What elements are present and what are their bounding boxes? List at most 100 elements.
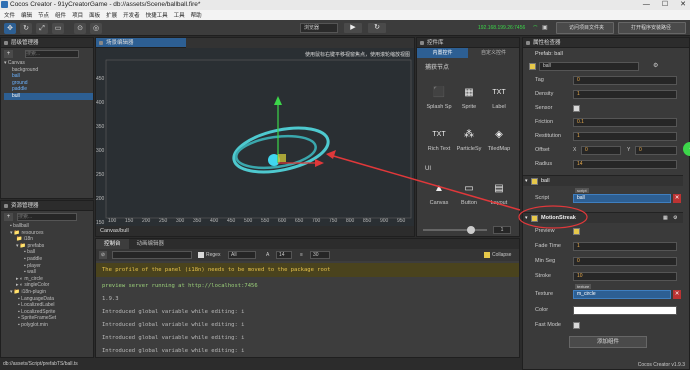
radius-field[interactable]: 14 bbox=[573, 160, 677, 169]
restitution-field[interactable]: 1 bbox=[573, 132, 677, 141]
menu-node[interactable]: 节点 bbox=[38, 11, 49, 19]
widget-label[interactable]: TXT Label bbox=[479, 82, 519, 122]
open-project-folder-button[interactable]: 访问项目文件夹 bbox=[556, 22, 614, 34]
widget-layout[interactable]: ▤ Layout bbox=[479, 178, 519, 218]
collapse-checkbox[interactable] bbox=[484, 252, 490, 258]
open-install-folder-button[interactable]: 打开程序安装路径 bbox=[618, 22, 686, 34]
preview-checkbox[interactable] bbox=[573, 228, 580, 235]
menu-quick-tools[interactable]: 快捷工具 bbox=[146, 11, 168, 19]
assets-search-input[interactable] bbox=[17, 213, 77, 221]
asset-item[interactable]: ▪ LocalizedLabel bbox=[4, 302, 93, 309]
scene-breadcrumb[interactable]: Canvas/bull bbox=[96, 226, 414, 236]
tab-builtin-widgets[interactable]: 内置控件 bbox=[417, 48, 468, 58]
script-section-header[interactable]: ▾ ball bbox=[523, 175, 683, 186]
menu-tools[interactable]: 工具 bbox=[174, 11, 185, 19]
sensor-checkbox[interactable] bbox=[573, 105, 580, 112]
tree-item-background[interactable]: background bbox=[4, 67, 93, 74]
scale-tool-icon[interactable]: ⤢ bbox=[36, 23, 48, 34]
asset-item[interactable]: ▪ polyglot.min bbox=[4, 322, 93, 329]
log-level-select[interactable]: All bbox=[228, 251, 256, 259]
hierarchy-search-input[interactable] bbox=[25, 50, 79, 58]
asset-item[interactable]: ▪ paddle bbox=[4, 256, 93, 263]
add-node-icon[interactable]: + bbox=[4, 50, 13, 58]
scene-viewport[interactable]: 使用鼠标右键平移视窗焦点，使用滚轮缩放视图 450 400 350 300 25… bbox=[96, 48, 414, 226]
zoom-slider-handle[interactable] bbox=[467, 226, 475, 234]
pivot-icon[interactable]: ⊙ bbox=[74, 23, 86, 34]
offset-y-field[interactable]: 0 bbox=[635, 146, 677, 155]
refresh-button[interactable]: ↻ bbox=[368, 23, 386, 33]
fast-mode-checkbox[interactable] bbox=[573, 322, 580, 329]
menu-extension[interactable]: 扩展 bbox=[106, 11, 117, 19]
node-settings-icon[interactable]: ⚙ bbox=[653, 62, 658, 69]
zoom-slider[interactable]: 1 bbox=[423, 226, 513, 234]
asset-item[interactable]: ▪ SpriteFrameSet bbox=[4, 315, 93, 322]
clear-script-icon[interactable]: ✕ bbox=[673, 194, 681, 203]
node-name-field[interactable]: ball bbox=[539, 62, 639, 71]
tree-item-canvas[interactable]: ▾ Canvas bbox=[4, 60, 93, 67]
menu-project[interactable]: 项目 bbox=[72, 11, 83, 19]
move-tool-icon[interactable]: ✥ bbox=[4, 23, 16, 34]
menu-panel[interactable]: 面板 bbox=[89, 11, 100, 19]
node-active-checkbox[interactable] bbox=[529, 63, 536, 70]
zoom-value[interactable]: 1 bbox=[493, 226, 511, 234]
asset-folder[interactable]: 📁 i18n bbox=[4, 236, 93, 243]
asset-item[interactable]: ▪ wall bbox=[4, 269, 93, 276]
menu-component[interactable]: 组件 bbox=[55, 11, 66, 19]
tree-item-ball[interactable]: ball bbox=[4, 73, 93, 80]
tag-field[interactable]: 0 bbox=[573, 76, 677, 85]
local-global-icon[interactable]: ◎ bbox=[90, 23, 102, 34]
widget-tiledmap[interactable]: ◈ TiledMap bbox=[479, 124, 519, 164]
menu-edit[interactable]: 编辑 bbox=[21, 11, 32, 19]
friction-field[interactable]: 0.1 bbox=[573, 118, 677, 127]
rotate-tool-icon[interactable]: ↻ bbox=[20, 23, 32, 34]
maximize-button[interactable]: ☐ bbox=[662, 0, 668, 10]
clear-console-icon[interactable]: ⊘ bbox=[99, 251, 107, 259]
asset-item[interactable]: ▪ LocalizedSprite bbox=[4, 309, 93, 316]
regex-checkbox[interactable] bbox=[198, 252, 204, 258]
tree-item-paddle[interactable]: paddle bbox=[4, 86, 93, 93]
menu-help[interactable]: 帮助 bbox=[191, 11, 202, 19]
asset-item[interactable]: ▪ player bbox=[4, 263, 93, 270]
asset-folder[interactable]: ▾ 📁 prefabs bbox=[4, 243, 93, 250]
line-count-select[interactable]: 30 bbox=[310, 251, 330, 259]
script-asset-field[interactable]: ball bbox=[573, 194, 671, 203]
prop-label: Density bbox=[535, 91, 554, 97]
fade-time-field[interactable]: 1 bbox=[573, 242, 677, 251]
tab-custom-widgets[interactable]: 自定义控件 bbox=[468, 48, 519, 58]
asset-item[interactable]: ▸ ◐ m_circle bbox=[4, 276, 93, 283]
density-field[interactable]: 1 bbox=[573, 90, 677, 99]
add-component-button[interactable]: 添加组件 bbox=[569, 336, 647, 348]
preview-ip[interactable]: 192.168.199.26:7456 bbox=[478, 25, 525, 31]
menu-file[interactable]: 文件 bbox=[4, 11, 15, 19]
color-picker[interactable] bbox=[573, 306, 677, 315]
tree-item-ground[interactable]: ground bbox=[4, 80, 93, 87]
min-seg-field[interactable]: 0 bbox=[573, 257, 677, 266]
texture-asset-field[interactable]: m_circle bbox=[573, 290, 671, 299]
rect-tool-icon[interactable]: ▭ bbox=[52, 23, 64, 34]
menu-developer[interactable]: 开发者 bbox=[123, 11, 140, 19]
asset-item[interactable]: ▪ ball bbox=[4, 249, 93, 256]
tab-animation[interactable]: 动画编辑器 bbox=[129, 239, 173, 249]
clear-texture-icon[interactable]: ✕ bbox=[673, 290, 681, 299]
qrcode-icon[interactable]: ▣ bbox=[542, 24, 548, 31]
asset-folder[interactable]: ▾ 📁 resources bbox=[4, 230, 93, 237]
component-help-icon[interactable]: ▦ bbox=[663, 213, 668, 224]
asset-item[interactable]: ▪ LanguageData bbox=[4, 296, 93, 303]
minimize-button[interactable]: — bbox=[643, 0, 650, 10]
close-button[interactable]: ✕ bbox=[680, 0, 686, 10]
tab-console[interactable]: 控制台 bbox=[96, 239, 129, 249]
preview-mode-select[interactable]: 浏览器 bbox=[300, 23, 338, 33]
console-filter-input[interactable] bbox=[112, 251, 192, 259]
font-size-select[interactable]: 14 bbox=[276, 251, 292, 259]
asset-item[interactable]: ▪ ballball bbox=[4, 223, 93, 230]
asset-item[interactable]: ▸ ◐ singleColor bbox=[4, 282, 93, 289]
asset-folder[interactable]: ▾ 📁 i18n-plugin bbox=[4, 289, 93, 296]
play-button[interactable]: ▶ bbox=[344, 23, 362, 33]
component-settings-icon[interactable]: ⚙ bbox=[673, 213, 677, 224]
tree-item-bull[interactable]: bull bbox=[4, 92, 93, 100]
stroke-field[interactable]: 10 bbox=[573, 272, 677, 281]
script-enabled-checkbox[interactable] bbox=[531, 178, 538, 185]
scene-tab[interactable]: 场景编辑器 bbox=[96, 38, 186, 48]
offset-x-field[interactable]: 0 bbox=[581, 146, 621, 155]
add-asset-icon[interactable]: + bbox=[4, 213, 13, 221]
